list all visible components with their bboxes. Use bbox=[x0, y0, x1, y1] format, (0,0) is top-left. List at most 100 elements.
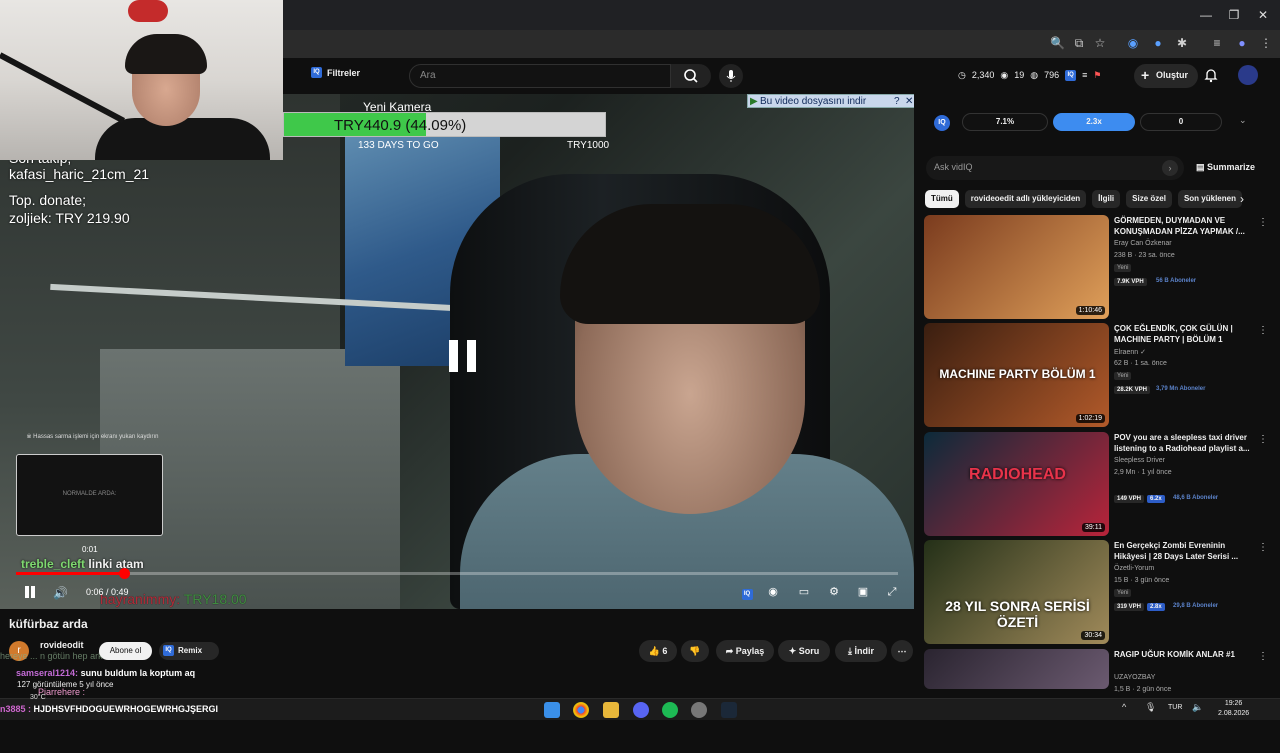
input-language[interactable]: TUR bbox=[1168, 704, 1182, 711]
start-windows-icon[interactable] bbox=[544, 702, 560, 718]
vidiq-menu-icon[interactable]: IQ bbox=[1065, 70, 1077, 81]
like-button[interactable]: 👍 6 bbox=[639, 640, 677, 662]
progress-scrubber[interactable] bbox=[118, 568, 130, 579]
notifications-bell-icon[interactable] bbox=[1203, 67, 1219, 83]
browser-menu-icon[interactable]: ⋮ bbox=[1259, 36, 1273, 50]
obs-icon[interactable] bbox=[691, 702, 707, 718]
ask-button[interactable]: ✦ Soru bbox=[778, 640, 830, 662]
dislike-button[interactable]: 👎 bbox=[681, 640, 709, 662]
video-thumbnail[interactable]: 28 YIL SONRA SERİSİ ÖZETİ 30:34 bbox=[924, 540, 1109, 644]
video-menu-icon[interactable]: ⋮ bbox=[1258, 434, 1268, 445]
more-actions-button[interactable]: ⋯ bbox=[891, 640, 913, 662]
alert-icon[interactable]: ⚑ bbox=[1093, 70, 1101, 81]
network-volume-icon[interactable]: 🔈 bbox=[1192, 702, 1212, 718]
filters-button[interactable]: IQ Filtreler bbox=[311, 67, 360, 78]
video-thumbnail[interactable]: 1:10:46 bbox=[924, 215, 1109, 319]
video-title-text: RAGIP UĞUR KOMİK ANLAR #1 bbox=[1114, 650, 1235, 659]
settings-gear-icon[interactable]: ⚙ bbox=[826, 585, 842, 599]
extensions-puzzle-icon[interactable]: ✱ bbox=[1175, 36, 1189, 50]
vidiq-pill-multiplier[interactable]: 2.3x bbox=[1053, 113, 1135, 131]
account-avatar[interactable] bbox=[1238, 65, 1258, 85]
close-window-button[interactable]: ✕ bbox=[1253, 8, 1273, 22]
progress-bar[interactable] bbox=[16, 572, 898, 575]
channel-name[interactable]: rovideodit bbox=[40, 640, 84, 650]
tray-mic-icon[interactable]: 🎙 bbox=[1145, 702, 1156, 718]
summarize-button[interactable]: ▤ Summarize bbox=[1196, 162, 1255, 173]
clock-time: 19:26 bbox=[1224, 700, 1243, 707]
chat-overlay-user-2: samseral1214: bbox=[16, 668, 79, 678]
video-thumbnail[interactable]: RADIOHEAD 39:11 bbox=[924, 432, 1109, 536]
vidiq-pill-count[interactable]: 0 bbox=[1140, 113, 1222, 131]
download-video-button[interactable]: ▶ Bu video dosyasını indir ? ✕ bbox=[747, 94, 914, 108]
vph-badge: 319 VPH bbox=[1114, 603, 1145, 611]
steam-icon[interactable] bbox=[721, 702, 737, 718]
zoom-icon[interactable]: 🔍 bbox=[1050, 36, 1065, 50]
file-explorer-icon[interactable] bbox=[603, 702, 619, 718]
video-menu-icon[interactable]: ⋮ bbox=[1258, 651, 1268, 662]
reading-list-icon[interactable]: ≡ bbox=[1210, 36, 1224, 50]
subtitles-icon[interactable]: ▭ bbox=[796, 585, 812, 599]
search-button[interactable] bbox=[671, 64, 711, 88]
recommended-video-card[interactable]: 28 YIL SONRA SERİSİ ÖZETİ 30:34 En Gerçekç… bbox=[924, 540, 1270, 644]
video-meta: 15 B · 3 gün önce bbox=[1114, 577, 1170, 584]
recommended-video-card[interactable]: RADIOHEAD 39:11 POV you are a sleepless ta… bbox=[924, 432, 1270, 536]
profile-icon[interactable]: ● bbox=[1235, 36, 1249, 50]
create-button[interactable]: + Oluştur bbox=[1134, 64, 1198, 88]
vidiq-pill-engagement[interactable]: 7.1% bbox=[962, 113, 1048, 131]
video-thumbnail[interactable] bbox=[924, 649, 1109, 689]
extension-icon[interactable]: ◉ bbox=[1126, 36, 1140, 50]
video-scene-hair bbox=[560, 204, 820, 324]
fullscreen-icon[interactable]: ⤢ bbox=[884, 585, 900, 599]
autoplay-toggle-icon[interactable]: ◉ bbox=[765, 585, 781, 599]
minimize-button[interactable]: — bbox=[1196, 8, 1216, 22]
pause-button[interactable] bbox=[24, 586, 36, 598]
recommended-video-card[interactable]: MACHINE PARTY BÖLÜM 1 1:02:19 ÇOK EĞLENDİK… bbox=[924, 323, 1270, 427]
more-icon: ⋯ bbox=[897, 646, 907, 656]
chrome-taskbar-icon[interactable] bbox=[573, 702, 589, 718]
cast-icon[interactable]: ⧉ bbox=[1072, 36, 1086, 50]
bookmark-star-icon[interactable]: ☆ bbox=[1093, 36, 1107, 50]
chevron-down-icon[interactable]: ⌄ bbox=[1239, 115, 1247, 126]
subscribe-button[interactable]: Abone ol bbox=[99, 642, 152, 660]
close-icon[interactable]: ✕ bbox=[905, 95, 913, 108]
theater-mode-icon[interactable]: ▣ bbox=[855, 585, 871, 599]
help-icon[interactable]: ? bbox=[894, 95, 900, 108]
ask-vidiq-input[interactable]: Ask vidIQ › bbox=[926, 156, 1184, 180]
search-input[interactable]: Ara bbox=[409, 64, 671, 88]
vidiq-player-icon[interactable]: IQ bbox=[739, 585, 755, 600]
maximize-button[interactable]: ❐ bbox=[1224, 8, 1244, 22]
ticker-text: HJDHSVFHDOGUEWRHOGEWRHGJŞERGI bbox=[33, 704, 219, 714]
weather-widget[interactable]: 30°C bbox=[30, 694, 46, 701]
share-button[interactable]: ➦ Paylaş bbox=[716, 640, 774, 662]
recommended-video-card[interactable]: 1:10:46 GÖRMEDEN, DUYMADAN VE KONUŞMADAN … bbox=[924, 215, 1270, 319]
video-player[interactable]: Yeni Kamera TRY440.9 (44.09%) 133 DAYS T… bbox=[0, 94, 914, 609]
video-title-text: GÖRMEDEN, DUYMADAN VE KONUŞMADAN PİZZA Y… bbox=[1114, 216, 1245, 236]
chips-next-icon[interactable]: › bbox=[1240, 192, 1244, 206]
download-button[interactable]: ⤓ İndir bbox=[835, 640, 887, 662]
video-menu-icon[interactable]: ⋮ bbox=[1258, 217, 1268, 228]
voice-search-button[interactable] bbox=[719, 64, 743, 88]
video-menu-icon[interactable]: ⋮ bbox=[1258, 542, 1268, 553]
download-video-label: Bu video dosyasını indir bbox=[760, 96, 867, 107]
chip-recent[interactable]: Son yüklenen bbox=[1177, 190, 1242, 208]
video-menu-icon[interactable]: ⋮ bbox=[1258, 325, 1268, 336]
video-thumbnail[interactable]: MACHINE PARTY BÖLÜM 1 1:02:19 bbox=[924, 323, 1109, 427]
chip-from-uploader[interactable]: rovideoedit adlı yükleyiciden bbox=[964, 190, 1087, 208]
pause-indicator-icon[interactable] bbox=[449, 340, 477, 372]
channel-stats: ◷ 2,340 ◉ 19 ◍ 796 IQ ≡ ⚑ bbox=[958, 70, 1102, 81]
chip-related[interactable]: İlgili bbox=[1092, 190, 1121, 208]
volume-icon[interactable]: 🔊 bbox=[53, 586, 68, 600]
clock[interactable]: 19:26 2.08.2026 bbox=[1218, 699, 1249, 719]
clock-icon: ◷ bbox=[958, 70, 966, 80]
vidiq-extension-icon[interactable]: ● bbox=[1151, 36, 1165, 50]
video-meta: 238 B · 23 sa. önce bbox=[1114, 252, 1175, 259]
remix-button[interactable]: IQ Remix bbox=[159, 642, 219, 660]
discord-icon[interactable] bbox=[633, 702, 649, 718]
chip-all[interactable]: Tümü bbox=[925, 190, 959, 208]
spotify-icon[interactable] bbox=[662, 702, 678, 718]
chip-for-you[interactable]: Size özel bbox=[1126, 190, 1172, 208]
video-channel-name: Sleepless Driver bbox=[1114, 457, 1165, 464]
tray-chevron-icon[interactable]: ^ bbox=[1122, 702, 1132, 718]
list-icon[interactable]: ≡ bbox=[1082, 70, 1087, 81]
send-arrow-icon[interactable]: › bbox=[1162, 160, 1178, 176]
